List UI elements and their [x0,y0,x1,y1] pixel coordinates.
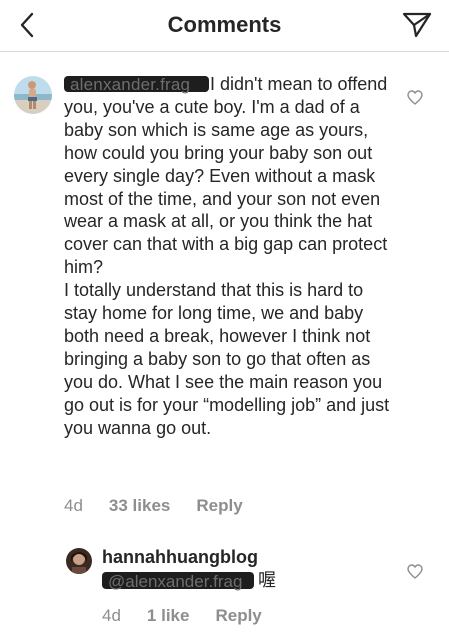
paper-plane-icon [402,12,432,38]
username-text: alenxander.frag [70,75,191,94]
heart-outline-icon[interactable] [407,90,423,105]
reply-text-block: hannahhuangblog @alenxander.frag 喔 [102,546,392,591]
avatar-photo-icon [66,548,92,574]
heart-outline-icon[interactable] [407,564,423,579]
comment-text-block: alenxander.frag I didn't mean to offend … [64,73,394,440]
comment-meta: 4d 1 like Reply [102,606,288,626]
reply-button[interactable]: Reply [215,606,261,625]
comment-item: hannahhuangblog @alenxander.frag 喔 4d 1 l… [0,540,449,639]
send-button[interactable] [401,10,433,40]
mention-text: @alenxander.frag [108,572,243,591]
reply-button[interactable]: Reply [196,496,242,515]
comment-meta: 4d 33 likes Reply [64,496,269,516]
redacted-mention[interactable]: @alenxander.frag [102,571,254,591]
comment-text: I didn't mean to offend you, you've a cu… [64,74,388,278]
page-title: Comments [167,12,282,37]
comment-item: alenxander.frag I didn't mean to offend … [0,60,449,520]
redacted-username[interactable]: alenxander.frag [64,75,209,94]
reply-username[interactable]: hannahhuangblog [102,546,392,568]
comment-time: 4d [102,606,121,625]
avatar-photo-icon [14,76,52,114]
header-bar: Comments [0,0,449,52]
like-count[interactable]: 1 like [147,606,190,625]
reply-text: 喔 [258,570,276,590]
avatar[interactable] [66,548,92,574]
avatar[interactable] [14,76,52,114]
comment-time: 4d [64,496,83,515]
like-count[interactable]: 33 likes [109,496,170,515]
comment-text-continued: I totally understand that this is hard t… [64,280,390,438]
